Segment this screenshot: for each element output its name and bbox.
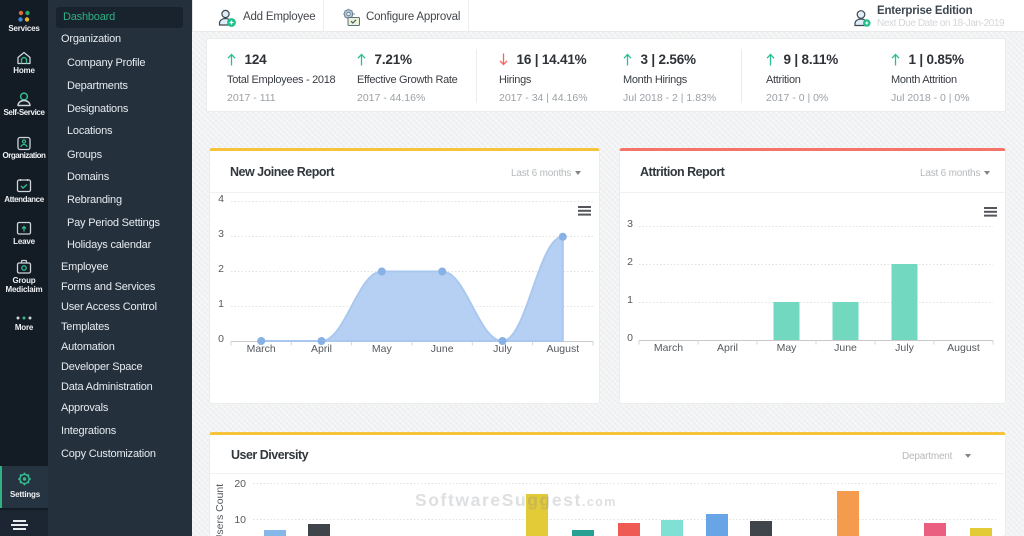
svg-text:May: May: [777, 342, 798, 354]
svg-text:March: March: [654, 342, 683, 354]
svg-text:Users Count: Users Count: [214, 484, 226, 536]
svg-text:1: 1: [627, 294, 633, 306]
svg-text:2: 2: [218, 263, 224, 275]
svg-text:May: May: [372, 343, 393, 355]
svg-text:April: April: [717, 342, 738, 354]
svg-text:3: 3: [218, 228, 224, 240]
svg-text:June: June: [431, 343, 454, 355]
svg-text:August: August: [546, 343, 579, 355]
svg-text:0: 0: [627, 332, 633, 344]
svg-text:July: July: [895, 342, 914, 354]
svg-text:0: 0: [218, 333, 224, 345]
svg-text:3: 3: [627, 218, 633, 230]
svg-text:20: 20: [234, 478, 246, 490]
svg-text:4: 4: [218, 193, 224, 205]
svg-text:1: 1: [218, 298, 224, 310]
svg-text:2: 2: [627, 256, 633, 268]
svg-text:10: 10: [234, 514, 246, 526]
svg-text:August: August: [947, 342, 980, 354]
svg-text:June: June: [834, 342, 857, 354]
